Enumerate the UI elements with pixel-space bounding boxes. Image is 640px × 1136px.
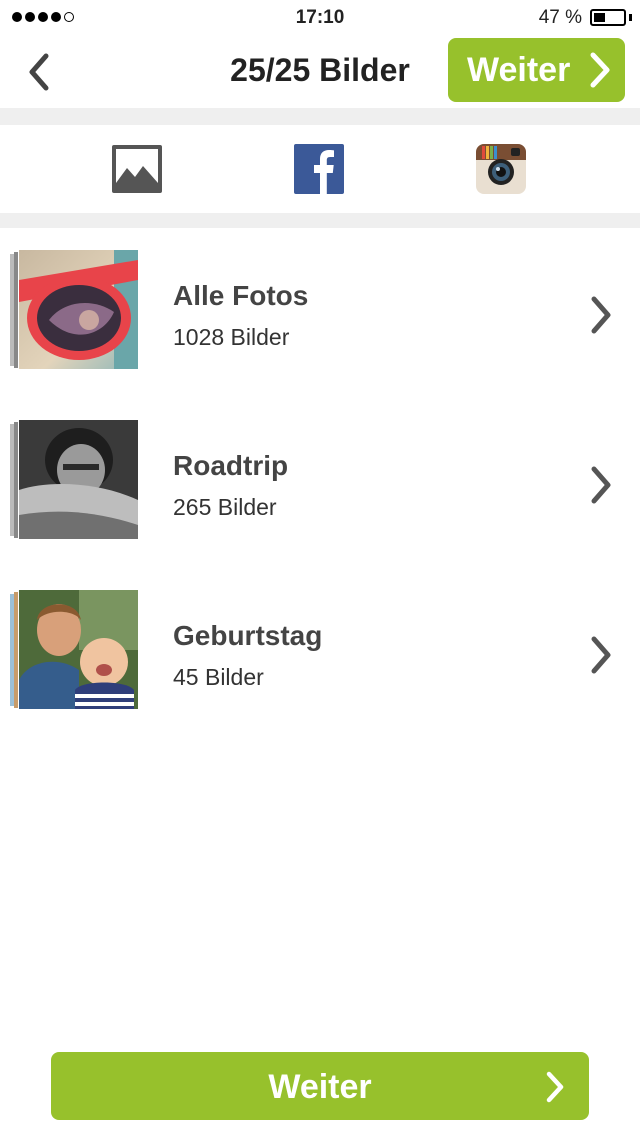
separator xyxy=(0,213,640,228)
tab-facebook[interactable] xyxy=(294,144,346,196)
next-button-label: Weiter xyxy=(268,1068,372,1106)
chevron-right-icon xyxy=(591,296,611,334)
chevron-right-icon xyxy=(590,52,610,88)
photo-man-bw xyxy=(19,420,138,539)
stacked-photo-edge xyxy=(14,252,18,368)
album-count: 265 Bilder xyxy=(173,494,277,520)
chevron-right-icon xyxy=(591,636,611,674)
stacked-photo-edge xyxy=(14,422,18,538)
instagram-icon xyxy=(476,144,526,194)
album-name: Roadtrip xyxy=(173,450,289,481)
battery-cap xyxy=(629,14,632,21)
battery-percentage: 47 % xyxy=(538,7,582,28)
next-button-bottom[interactable]: Weiter xyxy=(51,1052,589,1120)
album-thumbnail xyxy=(19,590,138,709)
album-row[interactable]: Roadtrip 265 Bilder xyxy=(0,420,640,544)
tab-instagram[interactable] xyxy=(476,144,528,196)
album-name: Geburtstag xyxy=(173,620,323,651)
chevron-right-icon xyxy=(591,466,611,504)
navigation-bar: 25/25 Bilder Weiter xyxy=(0,36,640,108)
status-bar: 17:10 47 % xyxy=(0,0,640,36)
album-thumbnail xyxy=(19,250,138,369)
gallery-icon xyxy=(112,145,162,193)
album-row[interactable]: Geburtstag 45 Bilder xyxy=(0,590,640,714)
separator xyxy=(0,108,640,125)
chevron-right-icon xyxy=(546,1071,564,1103)
photo-father-baby xyxy=(19,590,138,709)
album-count: 45 Bilder xyxy=(173,664,264,690)
tab-gallery[interactable] xyxy=(111,144,163,196)
album-row[interactable]: Alle Fotos 1028 Bilder xyxy=(0,250,640,374)
next-button-top[interactable]: Weiter xyxy=(448,38,625,102)
source-tabs xyxy=(0,125,640,213)
album-count: 1028 Bilder xyxy=(173,324,290,350)
facebook-icon xyxy=(294,144,344,194)
battery-icon xyxy=(590,9,626,26)
next-button-label: Weiter xyxy=(467,51,571,89)
album-thumbnail xyxy=(19,420,138,539)
stacked-photo-edge xyxy=(14,592,18,708)
photo-sunglasses xyxy=(19,250,138,369)
album-name: Alle Fotos xyxy=(173,280,309,311)
